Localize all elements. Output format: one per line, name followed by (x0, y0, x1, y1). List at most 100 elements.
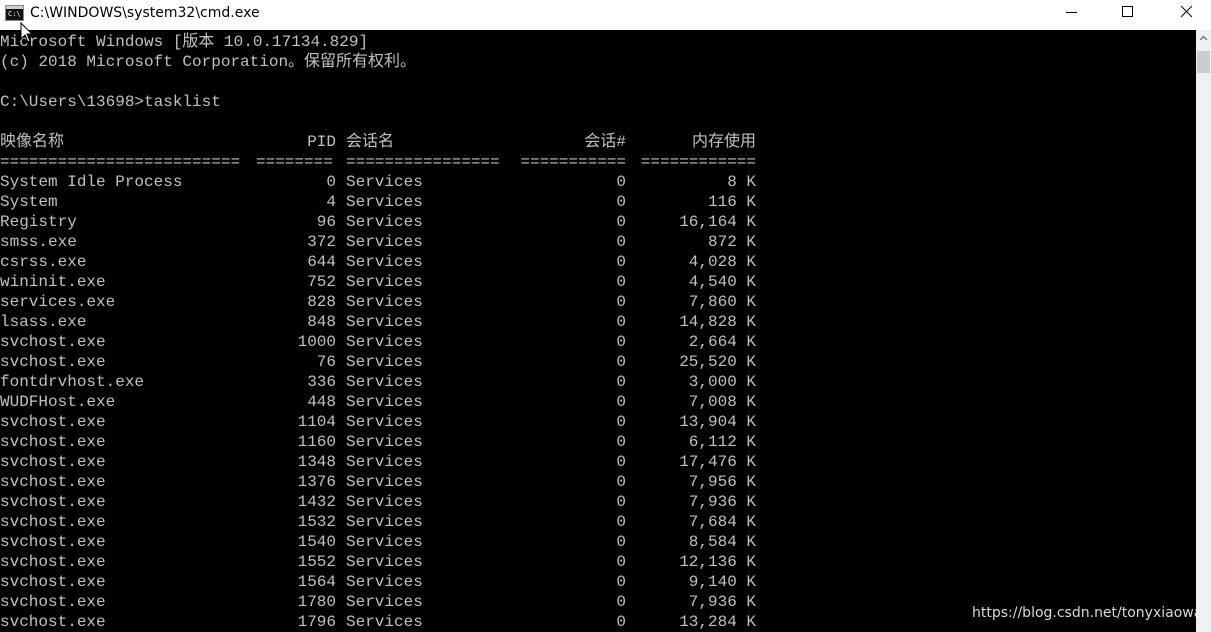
process-session-name: Services (346, 453, 423, 471)
table-row: WUDFHost.exe 448 Services 0 7,008 K (0, 392, 760, 412)
separator-session-number: =========== (520, 153, 626, 171)
process-name: wininit.exe (0, 273, 106, 291)
table-row: svchost.exe 1552 Services 0 12,136 K (0, 552, 760, 572)
table-row: svchost.exe 1376 Services 0 7,956 K (0, 472, 760, 492)
process-pid: 1540 (297, 533, 336, 551)
process-session-number: 0 (616, 393, 626, 411)
process-session-number: 0 (616, 473, 626, 491)
minimize-icon (1066, 12, 1077, 13)
minimize-button[interactable] (1043, 0, 1101, 26)
close-icon (1180, 5, 1193, 18)
process-pid: 1160 (297, 433, 336, 451)
process-session-name: Services (346, 353, 423, 371)
process-memory: 6,112 K (688, 433, 756, 451)
process-pid: 828 (307, 293, 336, 311)
console-icon-label: C:\ (8, 10, 21, 18)
process-name: svchost.exe (0, 493, 106, 511)
process-name: fontdrvhost.exe (0, 373, 145, 391)
process-memory: 17,476 K (679, 453, 756, 471)
process-pid: 0 (326, 173, 336, 191)
process-memory: 4,028 K (688, 253, 756, 271)
process-memory: 13,284 K (679, 613, 756, 631)
process-session-number: 0 (616, 293, 626, 311)
process-pid: 1432 (297, 493, 336, 511)
process-memory: 7,860 K (688, 293, 756, 311)
table-header: 映像名称 PID 会话名 会话# 内存使用 (0, 132, 760, 152)
table-row: lsass.exe 848 Services 0 14,828 K (0, 312, 760, 332)
process-pid: 1376 (297, 473, 336, 491)
process-session-number: 0 (616, 233, 626, 251)
process-name: svchost.exe (0, 353, 106, 371)
process-session-name: Services (346, 513, 423, 531)
process-pid: 1796 (297, 613, 336, 631)
process-session-number: 0 (616, 213, 626, 231)
process-session-name: Services (346, 373, 423, 391)
table-row: csrss.exe 644 Services 0 4,028 K (0, 252, 760, 272)
process-session-name: Services (346, 613, 423, 631)
process-pid: 1532 (297, 513, 336, 531)
process-name: lsass.exe (0, 313, 87, 331)
process-name: Registry (0, 213, 77, 231)
process-session-name: Services (346, 553, 423, 571)
table-row: svchost.exe 1796 Services 0 13,284 K (0, 612, 760, 632)
process-session-name: Services (346, 193, 423, 211)
process-pid: 752 (307, 273, 336, 291)
process-session-name: Services (346, 493, 423, 511)
table-row: wininit.exe 752 Services 0 4,540 K (0, 272, 760, 292)
process-pid: 644 (307, 253, 336, 271)
process-session-name: Services (346, 533, 423, 551)
process-pid: 1104 (297, 413, 336, 431)
process-pid: 372 (307, 233, 336, 251)
table-separator: ========================= ======== =====… (0, 152, 760, 172)
process-session-name: Services (346, 393, 423, 411)
table-row: svchost.exe 1104 Services 0 13,904 K (0, 412, 760, 432)
console-output[interactable]: Microsoft Windows [版本 10.0.17134.829] (c… (0, 30, 1196, 632)
process-session-number: 0 (616, 273, 626, 291)
process-session-number: 0 (616, 433, 626, 451)
process-session-name: Services (346, 213, 423, 231)
table-row: svchost.exe 1532 Services 0 7,684 K (0, 512, 760, 532)
header-pid: PID (307, 133, 336, 151)
process-pid: 1348 (297, 453, 336, 471)
process-name: svchost.exe (0, 413, 106, 431)
process-session-number: 0 (616, 313, 626, 331)
process-session-number: 0 (616, 513, 626, 531)
prompt-line: C:\Users\13698>tasklist (0, 93, 221, 111)
table-row: System Idle Process 0 Services 0 8 K (0, 172, 760, 192)
vertical-scrollbar[interactable] (1196, 30, 1211, 632)
banner-line-2: (c) 2018 Microsoft Corporation。保留所有权利。 (0, 53, 417, 71)
header-session-number: 会话# (584, 133, 626, 151)
separator-pid: ======== (256, 153, 333, 171)
title-bar[interactable]: C:\ C:\WINDOWS\system32\cmd.exe (0, 0, 1211, 30)
process-name: svchost.exe (0, 593, 106, 611)
process-name: svchost.exe (0, 473, 106, 491)
process-name: svchost.exe (0, 513, 106, 531)
process-memory: 872 K (707, 233, 756, 251)
scroll-up-arrow-icon[interactable] (1196, 30, 1211, 47)
window-title: C:\WINDOWS\system32\cmd.exe (30, 5, 260, 21)
table-row: svchost.exe 1160 Services 0 6,112 K (0, 432, 760, 452)
process-pid: 1564 (297, 573, 336, 591)
process-name: WUDFHost.exe (0, 393, 116, 411)
table-row: svchost.exe 1540 Services 0 8,584 K (0, 532, 760, 552)
separator-session-name: ================ (346, 153, 500, 171)
table-row: svchost.exe 1432 Services 0 7,936 K (0, 492, 760, 512)
close-button[interactable] (1157, 0, 1211, 26)
table-row: Registry 96 Services 0 16,164 K (0, 212, 760, 232)
process-memory: 7,008 K (688, 393, 756, 411)
process-pid: 448 (307, 393, 336, 411)
process-session-name: Services (346, 473, 423, 491)
process-session-number: 0 (616, 193, 626, 211)
process-memory: 25,520 K (679, 353, 756, 371)
process-session-name: Services (346, 293, 423, 311)
scrollbar-thumb[interactable] (1197, 51, 1210, 73)
process-pid: 1780 (297, 593, 336, 611)
maximize-button[interactable] (1099, 0, 1157, 26)
process-session-name: Services (346, 333, 423, 351)
header-memory-usage: 内存使用 (691, 133, 756, 151)
process-pid: 336 (307, 373, 336, 391)
console-icon[interactable]: C:\ (5, 5, 24, 21)
process-memory: 3,000 K (688, 373, 756, 391)
process-session-name: Services (346, 173, 423, 191)
process-session-name: Services (346, 313, 423, 331)
